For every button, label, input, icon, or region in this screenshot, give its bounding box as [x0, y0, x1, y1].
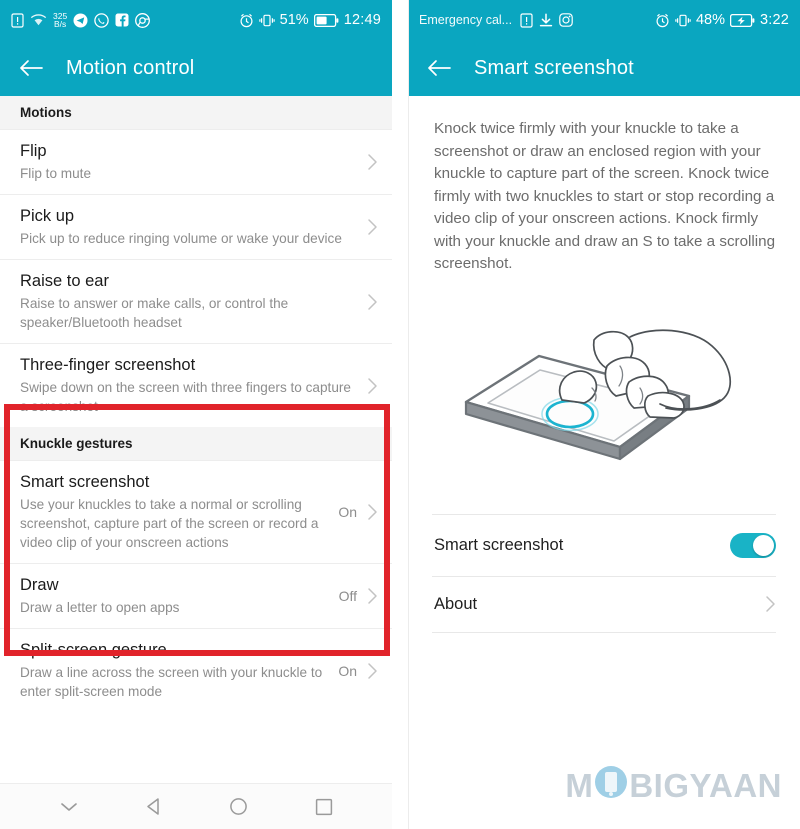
back-triangle-icon[interactable]: [141, 794, 167, 820]
list-item-title: Draw: [20, 576, 59, 594]
list-item-value: Off: [338, 588, 357, 604]
chevron-right-icon: [765, 595, 776, 613]
chevron-right-icon: [367, 293, 378, 311]
list-item-split-screen-gesture[interactable]: Split-screen gesture Draw a line across …: [0, 629, 392, 712]
motions-list: Flip Flip to mute Pick up Pick up to red…: [0, 130, 392, 427]
list-item-subtitle: Raise to answer or make calls, or contro…: [20, 296, 289, 330]
list-item-flip[interactable]: Flip Flip to mute: [0, 130, 392, 195]
telegram-icon: [73, 13, 88, 28]
home-circle-icon[interactable]: [226, 794, 252, 820]
back-arrow-icon[interactable]: [18, 57, 44, 79]
sim-warning-icon: [520, 12, 533, 28]
chrome-icon: [135, 12, 151, 28]
list-item-subtitle: Swipe down on the screen with three fing…: [20, 380, 351, 414]
list-item-title: Flip: [20, 142, 47, 160]
list-item-subtitle: Use your knuckles to take a normal or sc…: [20, 497, 319, 550]
watermark-logo-icon: [594, 765, 628, 807]
left-status-bar: 325 B/s 51% 12:49: [0, 0, 392, 40]
chevron-right-icon: [367, 377, 378, 395]
chevron-right-icon: [367, 587, 378, 605]
knuckle-gestures-list: Smart screenshot Use your knuckles to ta…: [0, 461, 392, 712]
list-item-smart-screenshot[interactable]: Smart screenshot Use your knuckles to ta…: [0, 461, 392, 564]
alarm-icon: [655, 13, 670, 28]
battery-icon: [313, 13, 339, 27]
battery-percent-label: 48%: [695, 12, 725, 28]
sim-warning-icon: [11, 12, 24, 28]
instagram-icon: [559, 13, 573, 27]
page-title: Smart screenshot: [474, 56, 634, 79]
left-navigation-bar: [0, 783, 392, 829]
wifi-icon: [30, 13, 47, 27]
left-phone-screen: 325 B/s 51% 12:49 Motion control Motions…: [0, 0, 392, 829]
list-item-title: Pick up: [20, 207, 75, 225]
description-text: Knock twice firmly with your knuckle to …: [434, 120, 776, 272]
chevron-right-icon: [367, 218, 378, 236]
setting-row-smart-screenshot[interactable]: Smart screenshot: [408, 515, 800, 576]
panel-divider-gap: [392, 0, 408, 829]
smart-screenshot-toggle[interactable]: [730, 532, 776, 558]
right-app-bar: Smart screenshot: [408, 40, 800, 96]
list-item-value: On: [338, 504, 357, 520]
list-item-subtitle: Flip to mute: [20, 166, 92, 181]
data-rate-unit: B/s: [53, 19, 67, 29]
battery-percent-label: 51%: [279, 12, 309, 28]
page-title: Motion control: [66, 56, 195, 79]
recents-square-icon[interactable]: [311, 794, 337, 820]
list-item-three-finger-screenshot[interactable]: Three-finger screenshot Swipe down on th…: [0, 344, 392, 427]
whatsapp-icon: [94, 12, 109, 28]
dual-screenshot-composite: 325 B/s 51% 12:49 Motion control Motions…: [0, 0, 800, 829]
knuckle-gestures-section: Knuckle gestures Smart screenshot Use yo…: [0, 427, 392, 712]
right-phone-screen: Emergency cal... 48% 3:22 Smart screensh…: [408, 0, 800, 829]
list-item-subtitle: Pick up to reduce ringing volume or wake…: [20, 231, 342, 246]
battery-charging-icon: [729, 13, 755, 27]
setting-label: About: [434, 594, 478, 613]
list-item-title: Three-finger screenshot: [20, 356, 196, 374]
watermark-text-before: M: [565, 767, 594, 804]
right-status-bar: Emergency cal... 48% 3:22: [408, 0, 800, 40]
list-item-title: Raise to ear: [20, 272, 109, 290]
mobigyaan-watermark: M BIGYAAN: [565, 765, 782, 807]
chevron-right-icon: [367, 503, 378, 521]
clock-label: 12:49: [343, 12, 381, 28]
list-item-raise-to-ear[interactable]: Raise to ear Raise to answer or make cal…: [0, 260, 392, 344]
setting-row-about[interactable]: About: [408, 577, 800, 632]
list-item-subtitle: Draw a letter to open apps: [20, 600, 180, 615]
left-app-bar: Motion control: [0, 40, 392, 96]
section-header-knuckle-gestures: Knuckle gestures: [0, 427, 392, 461]
chevron-down-icon[interactable]: [56, 794, 82, 820]
toggle-knob: [753, 534, 774, 556]
facebook-icon: [115, 13, 129, 27]
list-item-value: On: [338, 662, 357, 679]
list-item-subtitle: Draw a line across the screen with your …: [20, 665, 323, 699]
list-item-title: Smart screenshot: [20, 473, 150, 491]
setting-label: Smart screenshot: [434, 535, 564, 554]
section-header-motions: Motions: [0, 96, 392, 130]
alarm-icon: [239, 13, 254, 28]
data-rate-indicator: 325 B/s: [53, 12, 67, 29]
download-icon: [539, 13, 553, 28]
divider-bottom: [432, 631, 776, 633]
knuckle-knock-phone-illustration: [408, 284, 800, 514]
carrier-label: Emergency cal...: [419, 13, 513, 27]
vibrate-icon: [258, 13, 275, 28]
list-item-pick-up[interactable]: Pick up Pick up to reduce ringing volume…: [0, 195, 392, 260]
list-item-title: Split-screen gesture: [20, 641, 167, 659]
back-arrow-icon[interactable]: [426, 57, 452, 79]
watermark-text-after: BIGYAAN: [629, 767, 782, 804]
chevron-right-icon: [367, 153, 378, 171]
list-item-draw[interactable]: Draw Draw a letter to open apps Off: [0, 564, 392, 629]
clock-label: 3:22: [759, 12, 789, 28]
vibrate-icon: [675, 13, 691, 28]
chevron-right-icon: [367, 662, 378, 680]
